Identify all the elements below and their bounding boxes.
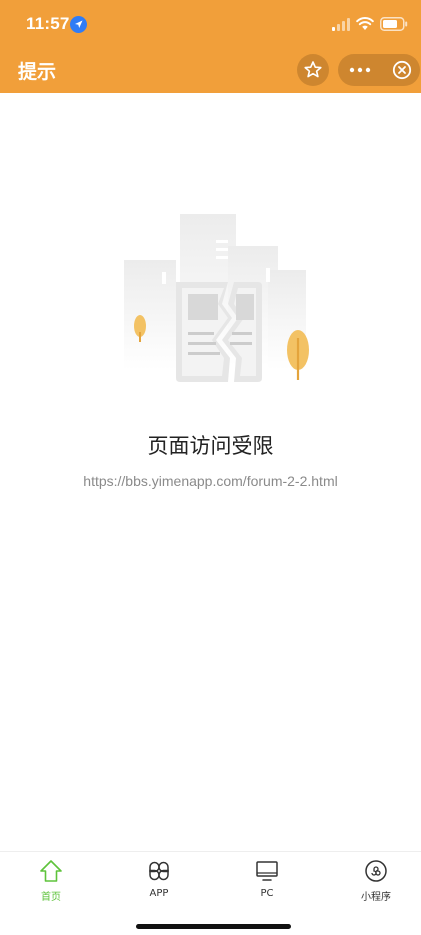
- page-title: 提示: [18, 61, 57, 83]
- menu-capsule: [338, 54, 420, 86]
- tab-app-label: APP: [149, 888, 169, 899]
- location-icon: [70, 16, 87, 33]
- app-grid-icon: [149, 861, 169, 881]
- status-time: 11:57: [26, 14, 70, 33]
- tab-home-label: 首页: [41, 892, 61, 903]
- tab-pc[interactable]: PC: [227, 858, 307, 906]
- mini-program-icon: [365, 860, 387, 882]
- tab-mini-program-label: 小程序: [361, 892, 391, 903]
- screen: 11:57 提示 页面访问受限 https://bbs.yimenapp.com…: [0, 0, 421, 935]
- error-url: https://bbs.yimenapp.com/forum-2-2.html: [83, 473, 338, 489]
- star-icon: [304, 61, 322, 78]
- broken-page-icon: [124, 214, 309, 382]
- tab-home[interactable]: 首页: [11, 858, 91, 906]
- home-indicator: [136, 924, 291, 929]
- status-bar: 11:57: [0, 0, 421, 48]
- tab-mini-program[interactable]: 小程序: [336, 858, 416, 906]
- top-bar: 11:57 提示: [0, 0, 421, 93]
- wifi-icon: [356, 17, 374, 30]
- more-button[interactable]: [338, 54, 382, 86]
- more-icon: [349, 67, 371, 73]
- error-title: 页面访问受限: [147, 434, 274, 458]
- close-icon: [392, 60, 412, 80]
- nav-bar: 提示: [0, 48, 421, 93]
- tab-app[interactable]: APP: [119, 858, 199, 906]
- home-icon: [40, 860, 62, 882]
- signal-icon: [332, 18, 350, 31]
- tab-bar: 首页 APP PC 小程序: [0, 851, 421, 935]
- tab-pc-label: PC: [260, 888, 274, 899]
- monitor-icon: [256, 861, 278, 881]
- battery-icon: [380, 17, 408, 31]
- close-button[interactable]: [384, 54, 420, 86]
- favorite-button[interactable]: [297, 54, 329, 86]
